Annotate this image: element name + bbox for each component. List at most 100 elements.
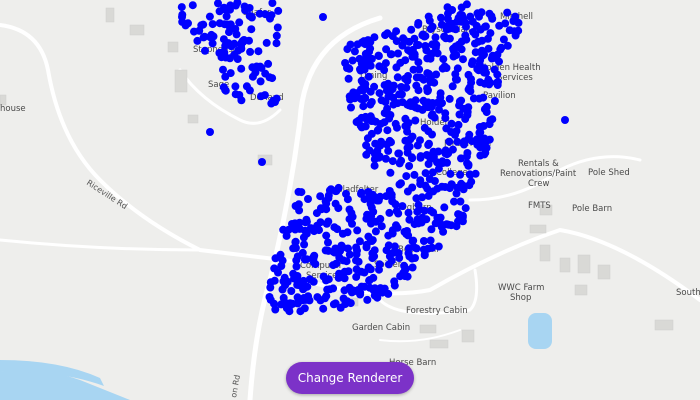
data-point[interactable] bbox=[479, 122, 488, 130]
data-point[interactable] bbox=[509, 17, 518, 25]
data-point[interactable] bbox=[316, 204, 325, 213]
data-point[interactable] bbox=[205, 12, 214, 21]
data-point[interactable] bbox=[391, 200, 400, 209]
data-point[interactable] bbox=[480, 68, 489, 77]
data-point[interactable] bbox=[296, 307, 305, 316]
data-point[interactable] bbox=[291, 238, 300, 247]
data-point[interactable] bbox=[302, 215, 311, 224]
data-point[interactable] bbox=[338, 229, 347, 238]
map-view[interactable]: Mitchell Bryson Hall Shafer Stephenson S… bbox=[0, 0, 700, 400]
data-point[interactable] bbox=[353, 226, 362, 235]
data-point[interactable] bbox=[300, 240, 309, 249]
data-point[interactable] bbox=[256, 77, 265, 86]
data-point[interactable] bbox=[339, 294, 348, 303]
data-point[interactable] bbox=[188, 1, 197, 10]
data-point[interactable] bbox=[413, 141, 422, 150]
data-point[interactable] bbox=[465, 130, 474, 139]
data-point[interactable] bbox=[429, 148, 438, 157]
data-point[interactable] bbox=[247, 25, 256, 34]
data-point[interactable] bbox=[274, 6, 283, 15]
data-point[interactable] bbox=[294, 187, 303, 196]
data-point[interactable] bbox=[400, 261, 409, 270]
data-point[interactable] bbox=[395, 254, 404, 262]
data-point[interactable] bbox=[400, 272, 409, 281]
data-point[interactable] bbox=[384, 260, 393, 269]
data-point[interactable] bbox=[386, 168, 395, 177]
data-point[interactable] bbox=[362, 243, 371, 252]
data-point[interactable] bbox=[367, 203, 376, 212]
data-point[interactable] bbox=[347, 103, 355, 112]
data-point[interactable] bbox=[362, 141, 371, 150]
data-point[interactable] bbox=[346, 40, 355, 49]
data-point[interactable] bbox=[354, 257, 363, 266]
data-point[interactable] bbox=[273, 23, 282, 32]
data-point[interactable] bbox=[412, 194, 421, 203]
data-point[interactable] bbox=[412, 73, 421, 82]
data-point[interactable] bbox=[387, 50, 396, 59]
data-point[interactable] bbox=[235, 18, 244, 27]
data-point[interactable] bbox=[280, 298, 289, 307]
data-point[interactable] bbox=[482, 102, 491, 111]
data-point[interactable] bbox=[295, 224, 304, 233]
data-point[interactable] bbox=[429, 187, 438, 196]
data-point[interactable] bbox=[231, 82, 240, 91]
data-point[interactable] bbox=[381, 59, 390, 68]
data-point[interactable] bbox=[371, 217, 380, 226]
data-point[interactable] bbox=[416, 152, 425, 161]
data-point[interactable] bbox=[466, 12, 475, 21]
data-point[interactable] bbox=[313, 221, 322, 230]
data-point[interactable] bbox=[362, 150, 371, 159]
data-point[interactable] bbox=[422, 215, 431, 224]
data-point[interactable] bbox=[226, 5, 234, 14]
data-point[interactable] bbox=[431, 219, 440, 228]
data-point[interactable] bbox=[208, 39, 217, 48]
data-point[interactable] bbox=[450, 197, 458, 206]
data-point[interactable] bbox=[237, 64, 246, 73]
data-point[interactable] bbox=[402, 172, 411, 181]
data-point[interactable] bbox=[411, 254, 419, 262]
data-point[interactable] bbox=[342, 189, 350, 198]
data-point[interactable] bbox=[423, 87, 432, 96]
data-point[interactable] bbox=[471, 39, 479, 48]
data-point[interactable] bbox=[281, 281, 290, 290]
data-point[interactable] bbox=[476, 78, 485, 87]
data-point[interactable] bbox=[338, 243, 347, 252]
data-point[interactable] bbox=[324, 194, 333, 203]
data-point[interactable] bbox=[420, 206, 429, 215]
data-point[interactable] bbox=[225, 28, 233, 37]
data-point[interactable] bbox=[321, 246, 330, 255]
data-point[interactable] bbox=[361, 93, 370, 102]
data-point[interactable] bbox=[397, 156, 406, 165]
data-point[interactable] bbox=[388, 32, 397, 41]
data-point[interactable] bbox=[441, 149, 450, 158]
data-point[interactable] bbox=[425, 139, 433, 148]
data-point[interactable] bbox=[460, 140, 468, 149]
data-point[interactable] bbox=[400, 36, 409, 45]
data-point[interactable] bbox=[447, 180, 456, 189]
data-point[interactable] bbox=[423, 69, 432, 78]
data-point[interactable] bbox=[215, 19, 224, 28]
data-point[interactable] bbox=[494, 77, 502, 86]
data-point[interactable] bbox=[370, 291, 379, 300]
data-point[interactable] bbox=[371, 139, 380, 148]
data-point[interactable] bbox=[408, 132, 417, 141]
data-point[interactable] bbox=[359, 102, 368, 111]
data-point[interactable] bbox=[271, 254, 280, 263]
data-point[interactable] bbox=[292, 262, 301, 271]
data-point[interactable] bbox=[404, 72, 412, 80]
data-point[interactable] bbox=[295, 294, 304, 303]
data-point[interactable] bbox=[197, 21, 206, 30]
data-point[interactable] bbox=[457, 45, 466, 54]
data-point[interactable] bbox=[458, 217, 467, 226]
data-point[interactable] bbox=[392, 207, 401, 215]
data-point[interactable] bbox=[457, 154, 465, 163]
data-point[interactable] bbox=[495, 21, 504, 30]
data-point[interactable] bbox=[242, 82, 251, 91]
data-point[interactable] bbox=[441, 109, 450, 118]
data-point[interactable] bbox=[190, 27, 198, 36]
data-point[interactable] bbox=[437, 99, 445, 108]
data-point[interactable] bbox=[428, 168, 437, 177]
data-point[interactable] bbox=[439, 55, 448, 64]
data-point[interactable] bbox=[246, 47, 255, 56]
data-point[interactable] bbox=[384, 146, 393, 155]
